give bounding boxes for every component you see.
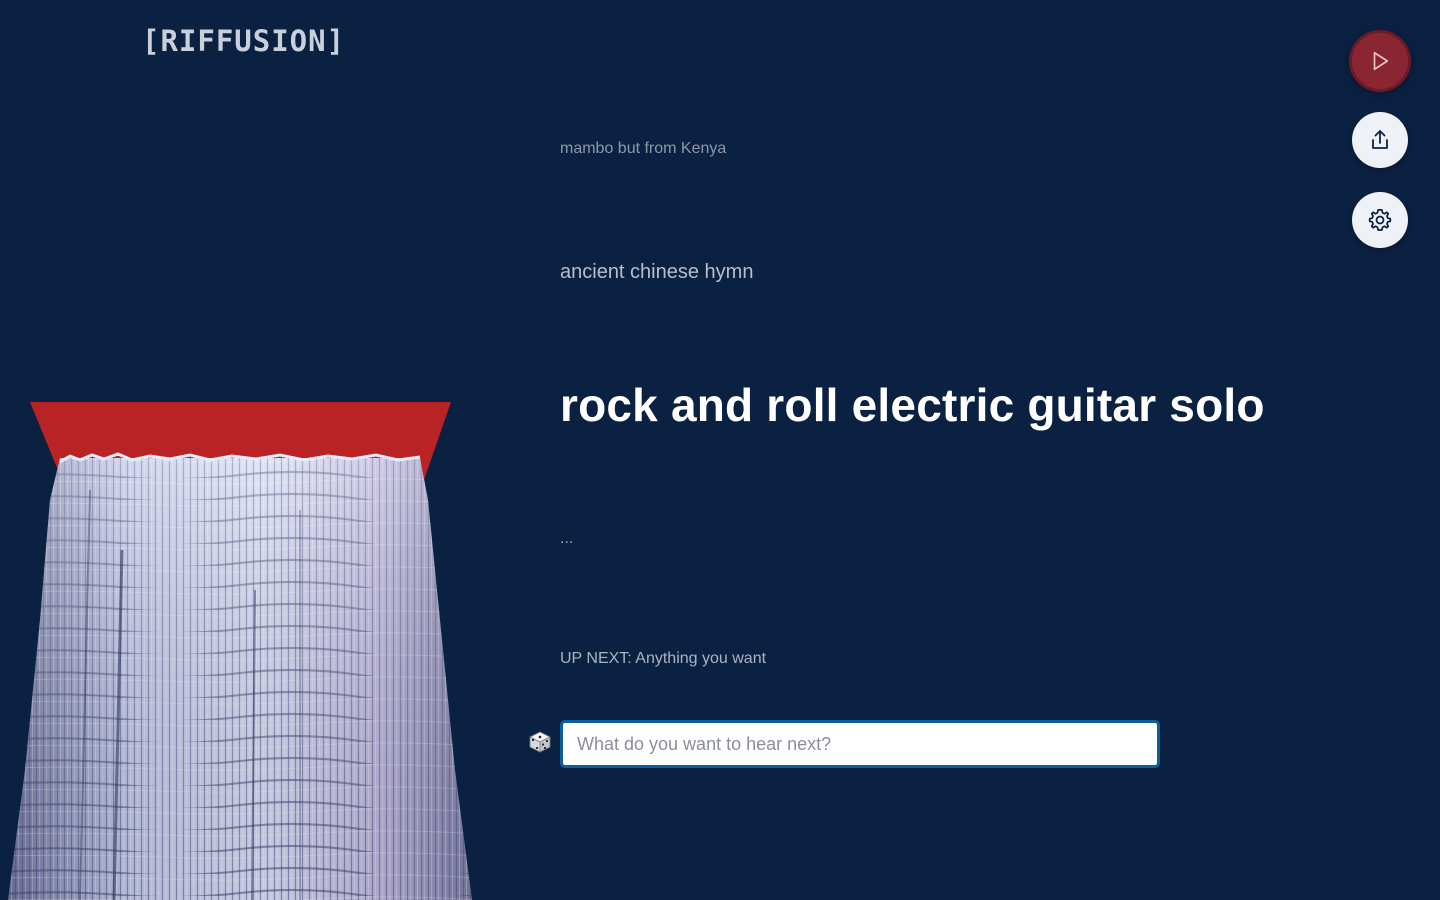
dice-icon[interactable]	[529, 731, 551, 753]
app-logo[interactable]: [RIFFUSION]	[142, 24, 345, 58]
play-icon	[1373, 51, 1389, 71]
spectrogram-visualization	[8, 402, 472, 900]
settings-button[interactable]	[1352, 192, 1408, 248]
previous-prompt-2: mambo but from Kenya	[560, 140, 727, 157]
gear-icon	[1368, 208, 1392, 231]
share-icon	[1372, 130, 1388, 149]
play-button[interactable]	[1349, 30, 1411, 92]
next-prompt-placeholder: ...	[560, 530, 574, 547]
up-next-label: UP NEXT: Anything you want	[560, 650, 767, 667]
prompt-input[interactable]	[560, 720, 1160, 768]
share-button[interactable]	[1352, 112, 1408, 168]
current-prompt: rock and roll electric guitar solo	[560, 379, 1265, 431]
riffusion-page: [RIFFUSION] mambo but from Kenya ancient…	[0, 0, 1440, 900]
previous-prompt-1: ancient chinese hymn	[560, 261, 754, 283]
